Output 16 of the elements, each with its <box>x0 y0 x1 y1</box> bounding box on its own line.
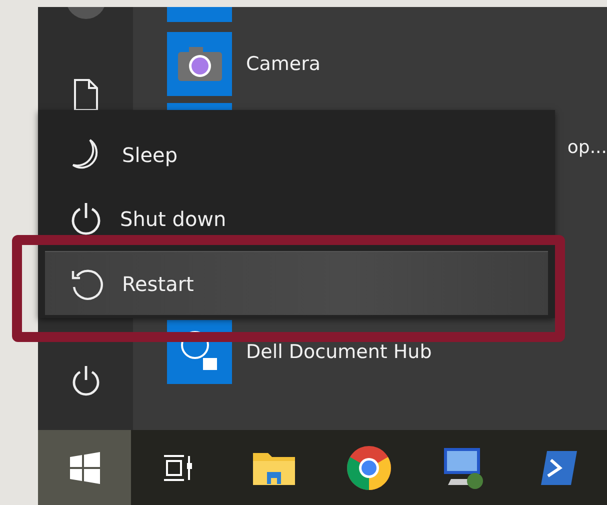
app-tile[interactable] <box>167 32 232 96</box>
power-menu-item[interactable]: Shut down <box>45 187 548 251</box>
terminal-icon <box>541 450 578 484</box>
camera-icon <box>176 46 222 82</box>
app-name[interactable]: Dell Document Hub <box>246 341 432 363</box>
windows-logo-icon <box>68 452 101 484</box>
power-icon <box>70 202 102 236</box>
document-icon[interactable] <box>74 79 98 111</box>
start-button[interactable] <box>38 430 132 505</box>
app-name[interactable]: op... <box>567 137 607 158</box>
app-tile[interactable] <box>167 7 232 22</box>
chrome-icon <box>346 444 392 490</box>
app-name[interactable]: Camera <box>246 53 321 75</box>
power-menu-item[interactable]: Restart <box>45 251 548 315</box>
power-icon[interactable] <box>70 365 100 397</box>
power-menu-item[interactable]: Sleep <box>45 123 548 187</box>
